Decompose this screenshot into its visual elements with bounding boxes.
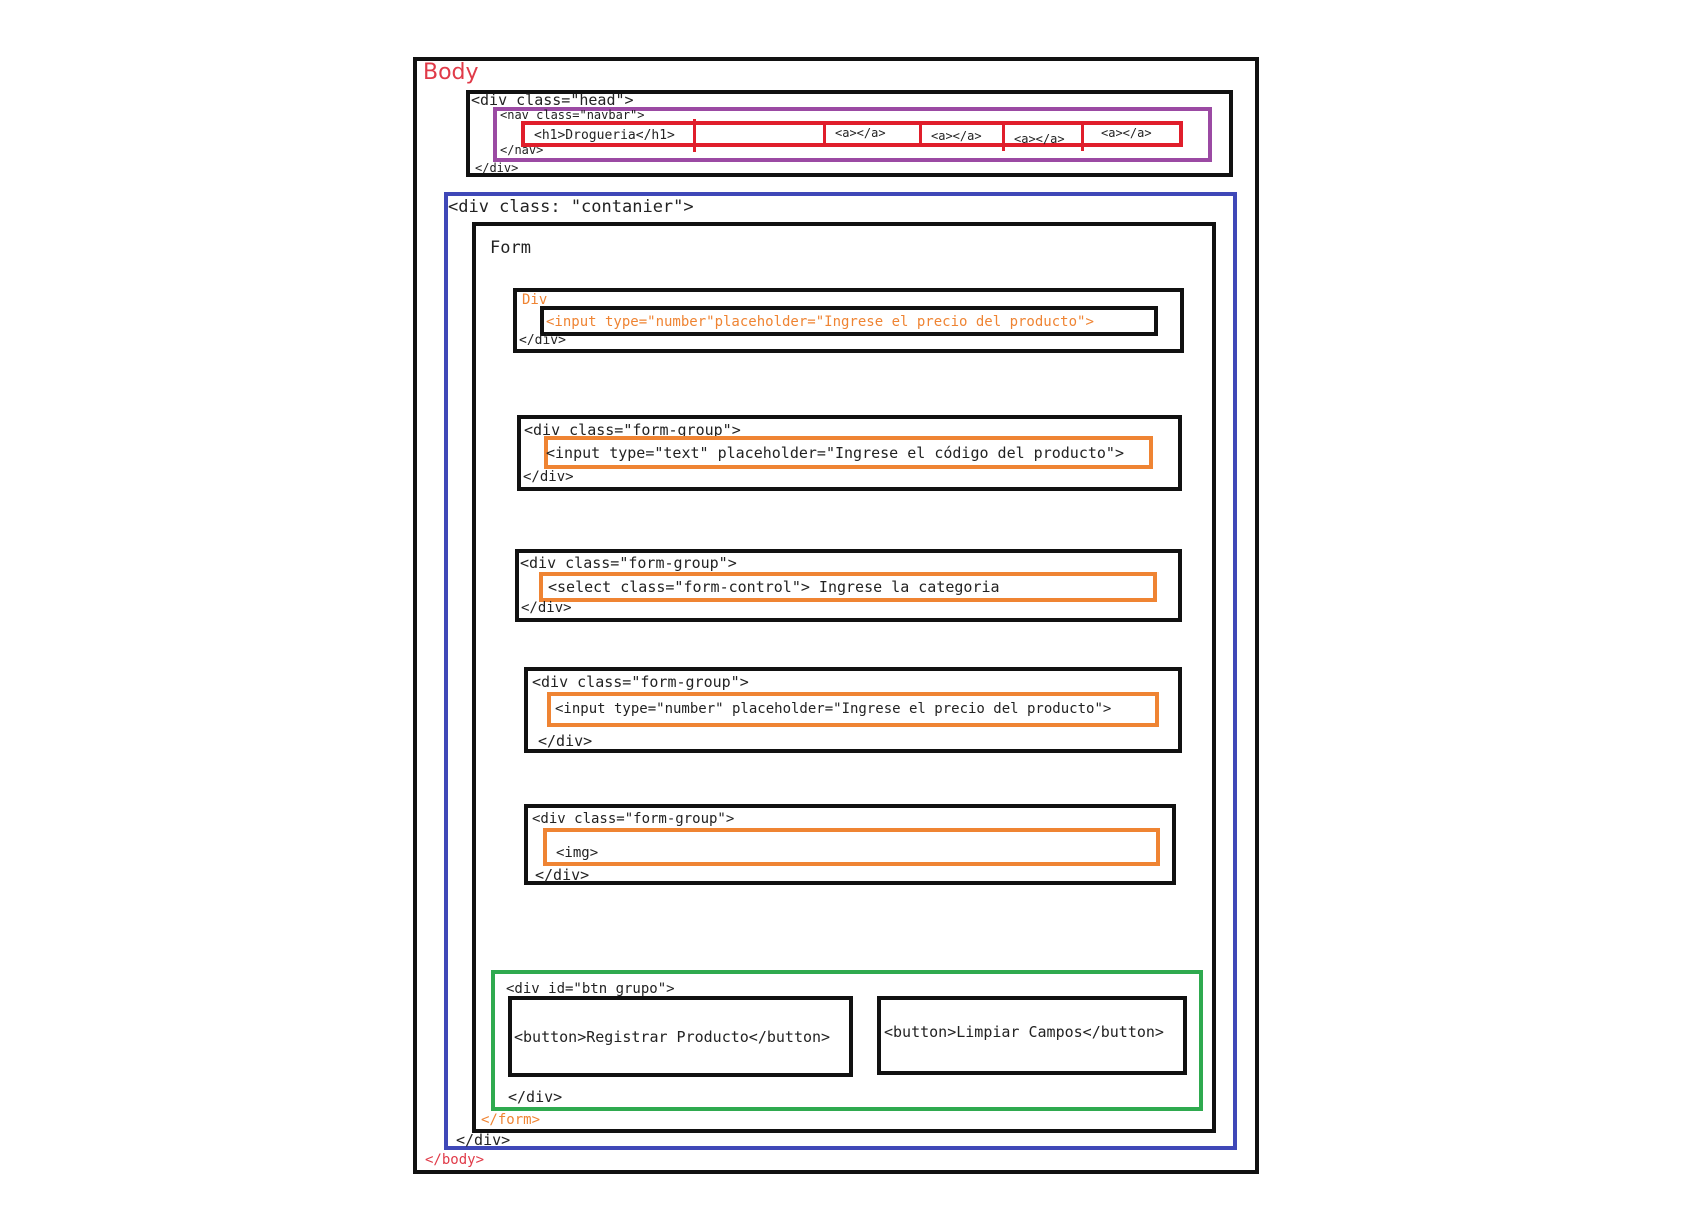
group-3-field-label: <select class="form-control"> Ingrese la…	[548, 578, 1000, 596]
group-2-field-label: <input type="text" placeholder="Ingrese …	[546, 444, 1124, 462]
group-5-field-label: <img>	[556, 845, 599, 861]
html-structure-diagram: Body </body> <div class="head"> </div> <…	[0, 0, 1691, 1224]
group-4-close-label: </div>	[538, 732, 593, 750]
nav-link-1: <a></a>	[835, 126, 886, 140]
group-1-open-label: Div	[522, 292, 548, 308]
nav-link-2: <a></a>	[931, 129, 982, 143]
btn-group-close-label: </div>	[508, 1088, 563, 1106]
group-5-field-box	[543, 828, 1160, 866]
body-open-label: Body	[423, 60, 479, 85]
container-open-label: <div class: "contanier">	[448, 197, 694, 217]
group-3-open-label: <div class="form-group">	[520, 554, 737, 572]
body-close-label: </body>	[425, 1152, 485, 1168]
clear-button-label: <button>Limpiar Campos</button>	[884, 1023, 1164, 1041]
form-close-label: </form>	[481, 1112, 541, 1128]
group-5-close-label: </div>	[535, 866, 590, 884]
navbar-open-label: <nav class="navbar">	[500, 108, 645, 122]
group-5-open-label: <div class="form-group">	[532, 811, 735, 827]
group-1-close-label: </div>	[519, 333, 566, 348]
group-4-field-label: <input type="number" placeholder="Ingres…	[555, 701, 1112, 717]
nav-divider-2	[823, 121, 826, 147]
nav-divider-5	[1081, 121, 1084, 151]
head-open-label: <div class="head">	[471, 91, 634, 109]
nav-divider-1	[693, 119, 696, 152]
btn-group-open-label: <div id="btn_grupo">	[506, 981, 675, 997]
nav-h1-label: <h1>Drogueria</h1>	[534, 128, 675, 143]
group-4-open-label: <div class="form-group">	[532, 673, 749, 691]
register-button-label: <button>Registrar Producto</button>	[514, 1028, 831, 1046]
group-1-field-label: <input type="number"placeholder="Ingrese…	[546, 314, 1094, 330]
container-close-label: </div>	[456, 1131, 511, 1149]
head-close-label: </div>	[475, 161, 519, 175]
nav-link-4: <a></a>	[1101, 126, 1152, 140]
group-3-close-label: </div>	[521, 600, 572, 616]
group-2-close-label: </div>	[523, 469, 574, 485]
nav-divider-4	[1002, 121, 1005, 151]
nav-divider-3	[919, 121, 922, 147]
nav-link-3: <a></a>	[1014, 132, 1065, 146]
form-open-label: Form	[490, 238, 531, 258]
